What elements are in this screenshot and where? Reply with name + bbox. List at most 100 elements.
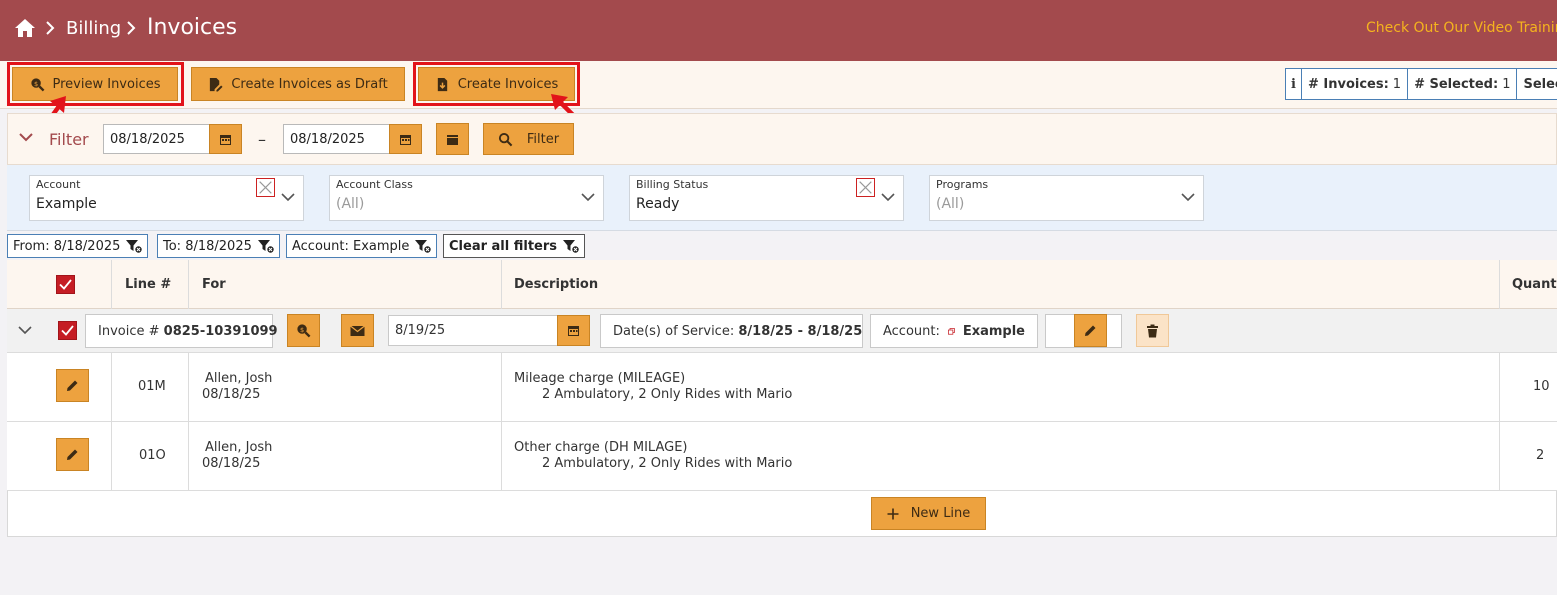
check-icon <box>59 279 72 290</box>
programs-dropdown[interactable]: Programs (All) <box>929 175 1204 221</box>
column-header-line[interactable]: Line # <box>125 277 171 292</box>
calendar-icon <box>447 134 458 145</box>
email-invoice-button[interactable] <box>341 314 374 347</box>
home-icon[interactable] <box>14 18 36 38</box>
account-chip[interactable]: Account: Example <box>286 234 438 258</box>
account-class-dropdown-value: (All) <box>336 196 365 212</box>
to-date-chip-label: To: 8/18/2025 <box>163 238 252 254</box>
filter-button[interactable]: Filter <box>483 123 574 155</box>
filter-remove-icon <box>126 240 143 253</box>
billing-status-dropdown[interactable]: Billing Status Ready <box>629 175 904 221</box>
account-dropdown[interactable]: Account Example <box>29 175 304 221</box>
to-date-calendar-button[interactable] <box>389 124 422 154</box>
date-preset-button[interactable] <box>436 123 469 155</box>
info-icon[interactable]: i <box>1286 69 1301 99</box>
chevron-down-icon[interactable] <box>19 132 33 142</box>
invoice-account-value: Example <box>962 323 1025 339</box>
highlight-box <box>7 62 184 106</box>
pencil-icon <box>67 380 78 391</box>
line-for-name: Allen, Josh <box>205 371 273 386</box>
column-divider <box>1499 353 1500 491</box>
chevron-down-icon <box>881 193 895 202</box>
column-divider <box>111 353 112 491</box>
line-description-detail: 2 Ambulatory, 2 Only Rides with Mario <box>542 387 793 402</box>
filter-remove-icon <box>415 240 432 253</box>
search-dollar-icon: $ <box>297 324 311 338</box>
svg-text:$: $ <box>300 326 304 334</box>
invoices-count-label: # Invoices: <box>1307 76 1389 92</box>
page-title: Invoices <box>147 15 238 40</box>
invoice-stats: i # Invoices:1 # Selected:1 Selected T <box>1285 68 1557 100</box>
filter-toggle-label[interactable]: Filter <box>49 130 89 149</box>
clear-icon[interactable] <box>256 178 275 197</box>
line-quantity: 2 <box>1536 448 1545 463</box>
invoice-date-calendar-button[interactable] <box>557 315 590 346</box>
external-link-icon[interactable] <box>947 325 955 338</box>
envelope-icon <box>350 325 365 336</box>
delete-invoice-button[interactable] <box>1136 314 1169 347</box>
filter-button-label: Filter <box>526 131 560 147</box>
invoice-date-input[interactable]: 8/19/25 <box>388 315 558 346</box>
from-date-chip[interactable]: From: 8/18/2025 <box>7 234 149 258</box>
account-chip-label: Account: Example <box>292 238 410 254</box>
line-for-date: 08/18/25 <box>202 456 261 471</box>
column-header-for[interactable]: For <box>202 277 226 292</box>
line-quantity: 10 <box>1533 379 1550 394</box>
calendar-icon <box>400 134 411 145</box>
column-header-description[interactable]: Description <box>514 277 598 292</box>
edit-line-button[interactable] <box>56 369 89 402</box>
file-edit-icon <box>210 77 223 92</box>
invoice-number-value: 0825-10391099 <box>163 323 278 339</box>
trash-icon <box>1147 324 1158 337</box>
breadcrumb-billing[interactable]: Billing <box>66 18 121 39</box>
column-header-quantity[interactable]: Quanti <box>1512 277 1557 292</box>
service-dates-value: 8/18/25 - 8/18/25 <box>738 323 863 339</box>
chevron-down-icon <box>281 193 295 202</box>
create-draft-button[interactable]: Create Invoices as Draft <box>191 67 405 101</box>
invoice-checkbox[interactable] <box>58 321 77 340</box>
video-training-link[interactable]: Check Out Our Video Training <box>1366 20 1557 36</box>
calendar-icon <box>568 326 579 336</box>
selected-count-label: # Selected: <box>1414 76 1499 92</box>
programs-dropdown-label: Programs <box>936 178 989 191</box>
edit-invoice-button[interactable] <box>1074 314 1107 347</box>
account-dropdown-value: Example <box>36 196 97 212</box>
column-divider <box>111 260 112 309</box>
new-line-label: New Line <box>910 506 971 521</box>
clear-icon[interactable] <box>856 178 875 197</box>
service-dates-label: Date(s) of Service: <box>613 323 735 339</box>
edit-line-button[interactable] <box>56 438 89 471</box>
table-header <box>7 260 1557 309</box>
filter-remove-icon <box>563 240 579 253</box>
from-date-input[interactable]: 08/18/2025 <box>103 124 210 154</box>
line-for-date: 08/18/25 <box>202 387 261 402</box>
programs-dropdown-value: (All) <box>936 196 965 212</box>
line-description: Other charge (DH MILAGE) <box>514 440 688 455</box>
service-dates: Date(s) of Service: 8/18/25 - 8/18/25 <box>600 314 863 348</box>
line-for-name: Allen, Josh <box>205 440 273 455</box>
invoice-number: Invoice # 0825-10391099 <box>85 314 278 348</box>
create-draft-label: Create Invoices as Draft <box>231 76 388 92</box>
column-divider <box>501 260 502 309</box>
chevron-down-icon[interactable] <box>18 326 32 335</box>
to-date-chip[interactable]: To: 8/18/2025 <box>157 234 280 258</box>
clear-all-filters-button[interactable]: Clear all filters <box>443 234 586 258</box>
clear-all-filters-label: Clear all filters <box>449 238 558 254</box>
check-icon <box>61 325 74 336</box>
from-date-calendar-button[interactable] <box>209 124 242 154</box>
top-bar: Billing Invoices Check Out Our Video Tra… <box>0 0 1557 61</box>
invoice-account-label: Account: <box>883 323 940 339</box>
select-all-checkbox[interactable] <box>56 275 75 294</box>
account-class-dropdown[interactable]: Account Class (All) <box>329 175 604 221</box>
line-description: Mileage charge (MILEAGE) <box>514 371 686 386</box>
to-date-input[interactable]: 08/18/2025 <box>283 124 390 154</box>
preview-invoice-button[interactable]: $ <box>287 314 320 347</box>
invoice-number-label: Invoice # <box>98 323 160 339</box>
column-divider <box>1499 260 1500 309</box>
column-divider <box>188 260 189 309</box>
new-line-button[interactable]: New Line <box>871 497 986 530</box>
invoice-account: Account: Example <box>870 314 1038 348</box>
column-divider <box>501 353 502 491</box>
selected-total-label: Selected T <box>1523 76 1557 92</box>
filter-remove-icon <box>257 240 274 253</box>
